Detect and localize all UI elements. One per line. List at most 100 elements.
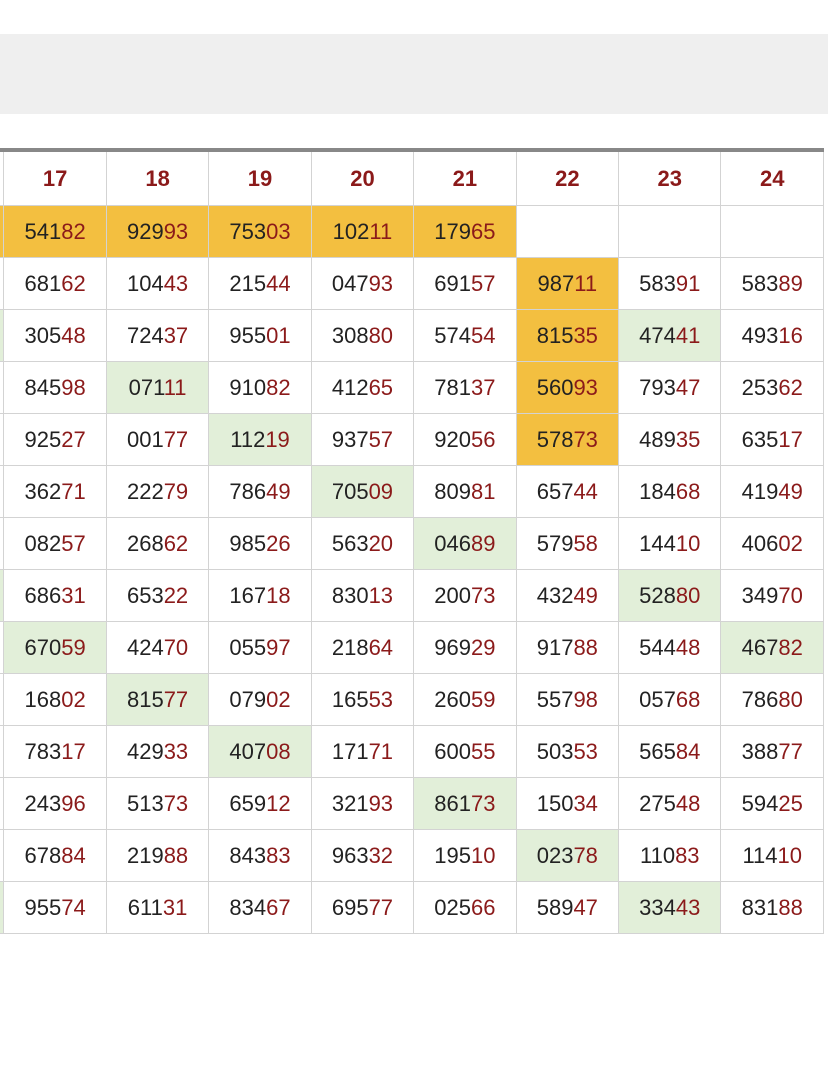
number-head: 474 (639, 322, 676, 348)
column-header-21: 21 (413, 149, 517, 206)
result-cell: 02566 (413, 881, 517, 934)
number-tail: 70 (163, 634, 189, 660)
number-head: 218 (331, 634, 369, 660)
result-cell: 92527 (3, 413, 107, 466)
top-bar (0, 34, 828, 114)
table-row: 36271 22279 78649 70509 80981 65744 18468 41949 (0, 465, 824, 518)
number-head: 987 (537, 270, 575, 296)
table-row: 08257 26862 98526 56320 04689 57958 14410 40602 (0, 517, 824, 570)
number-head: 843 (229, 842, 267, 868)
number-head: 955 (229, 322, 267, 348)
result-cell: 58947 (515, 881, 620, 934)
number-head: 268 (126, 530, 164, 556)
number-tail: 91 (675, 270, 701, 296)
number-tail: 97 (266, 634, 291, 660)
number-tail: 84 (675, 738, 701, 764)
number-tail: 82 (266, 374, 291, 400)
number-tail: 78 (573, 842, 598, 868)
number-tail: 59 (61, 634, 86, 660)
table-row: 68162 10443 21544 04793 69157 98711 58391 58389 (0, 257, 824, 310)
number-head: 917 (536, 634, 574, 660)
number-head: 424 (126, 634, 164, 660)
number-head: 815 (126, 686, 164, 712)
number-head: 589 (536, 894, 574, 920)
number-tail: 88 (778, 894, 803, 920)
number-head: 600 (434, 738, 471, 764)
number-head: 253 (741, 374, 779, 400)
number-tail: 01 (266, 322, 291, 348)
number-tail: 20 (368, 530, 394, 556)
number-tail: 17 (778, 426, 803, 452)
number-tail: 12 (266, 790, 291, 816)
number-tail: 48 (61, 322, 86, 348)
table-row: 95574 61131 83467 69577 02566 58947 33443 83188 (0, 881, 824, 934)
result-cell: 02378 (515, 829, 620, 882)
number-tail: 80 (778, 686, 803, 712)
result-cell: 92993 (105, 205, 210, 258)
number-head: 985 (229, 530, 267, 556)
result-cell: 54182 (3, 205, 107, 258)
result-cell: 30548 (3, 309, 107, 362)
number-head: 275 (639, 790, 676, 816)
result-cell: 14410 (618, 517, 722, 570)
number-tail: 82 (778, 634, 803, 660)
number-tail: 35 (573, 322, 598, 348)
number-head: 937 (331, 426, 369, 452)
number-tail: 68 (675, 686, 701, 712)
number-tail: 73 (573, 426, 598, 452)
number-head: 955 (24, 894, 62, 920)
number-head: 321 (331, 790, 369, 816)
result-cell: 65322 (105, 569, 210, 622)
result-cell: 21864 (310, 621, 415, 674)
number-tail: 53 (573, 738, 598, 764)
number-tail: 13 (368, 582, 394, 608)
number-head: 724 (126, 322, 164, 348)
number-head: 025 (434, 894, 471, 920)
result-cell: 81535 (515, 309, 620, 362)
result-cell: 24396 (3, 777, 107, 830)
number-head: 583 (639, 270, 676, 296)
number-head: 046 (434, 530, 471, 556)
number-tail: 11 (163, 374, 187, 400)
result-cell: 07111 (105, 361, 210, 414)
result-cell: 93757 (310, 413, 415, 466)
number-head: 861 (434, 790, 471, 816)
number-tail: 34 (573, 790, 598, 816)
number-tail: 49 (266, 478, 291, 504)
result-cell: 43249 (515, 569, 620, 622)
number-head: 705 (331, 478, 369, 504)
result-cell: 10443 (105, 257, 210, 310)
result-cell: 98526 (208, 517, 312, 570)
number-tail: 37 (163, 322, 189, 348)
result-cell: 32193 (310, 777, 415, 830)
number-head: 429 (126, 738, 164, 764)
result-cell: 25362 (720, 361, 824, 414)
number-tail: 29 (471, 634, 496, 660)
number-head: 334 (639, 894, 676, 920)
number-tail: 56 (471, 426, 496, 452)
number-tail: 93 (368, 270, 394, 296)
table-row: 78317 42933 40708 17171 60055 50353 56584 38877 (0, 725, 824, 778)
number-tail: 62 (778, 374, 803, 400)
result-cell: 98711 (515, 257, 620, 310)
number-head: 023 (536, 842, 574, 868)
number-tail: 57 (368, 426, 394, 452)
number-head: 071 (128, 374, 164, 400)
result-cell: 16802 (3, 673, 107, 726)
number-head: 834 (229, 894, 267, 920)
number-head: 809 (434, 478, 471, 504)
column-header-17: 17 (3, 149, 107, 206)
number-head: 678 (24, 842, 62, 868)
result-cell: 79347 (618, 361, 722, 414)
number-tail: 71 (61, 478, 86, 504)
result-cell: 08257 (3, 517, 107, 570)
number-head: 686 (24, 582, 62, 608)
header-row: 17 18 19 20 21 22 23 24 (0, 149, 824, 206)
number-head: 219 (126, 842, 164, 868)
result-cell: 50353 (515, 725, 620, 778)
result-cell (720, 205, 824, 258)
number-head: 528 (639, 582, 676, 608)
result-cell: 86173 (413, 777, 517, 830)
result-cell: 69157 (413, 257, 517, 310)
result-cell: 10211 (310, 205, 415, 258)
